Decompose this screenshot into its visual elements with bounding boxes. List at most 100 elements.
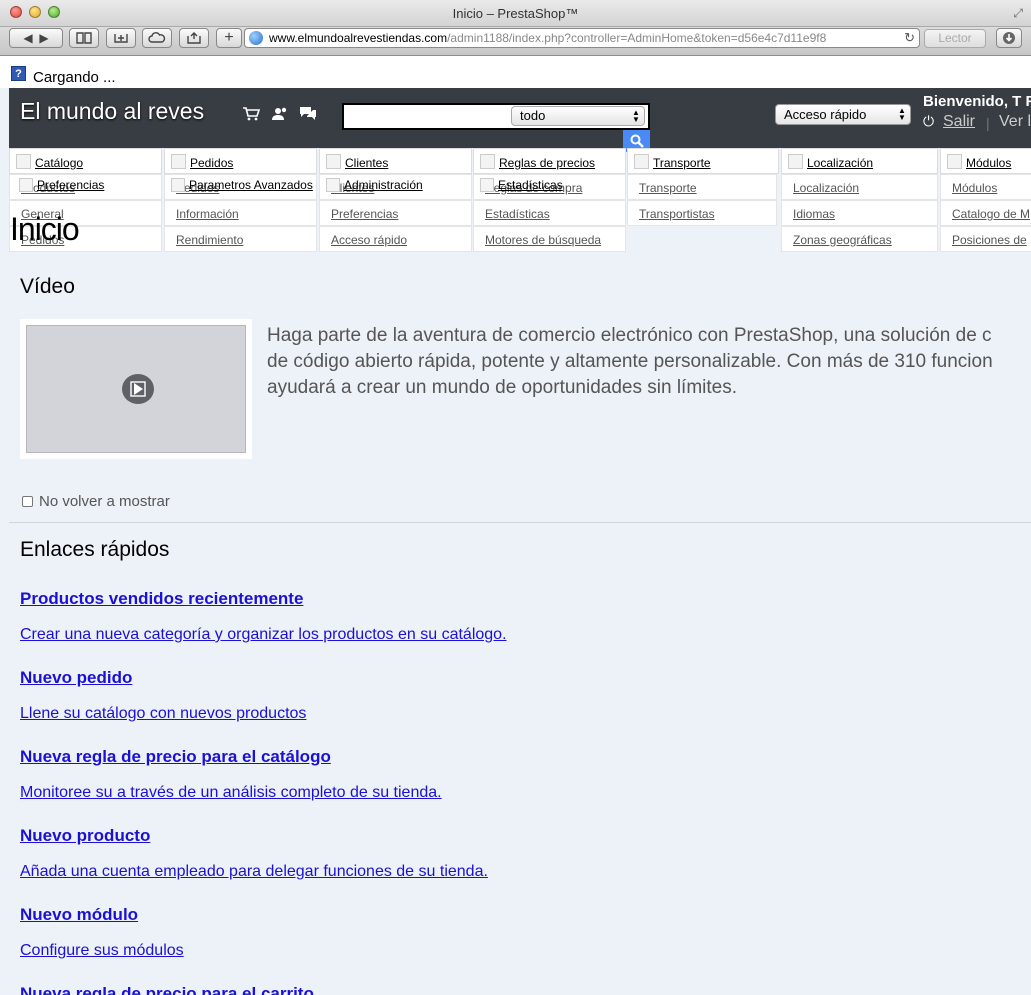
messages-icon[interactable]	[299, 106, 317, 124]
menu-tab-orders[interactable]: Pedidos	[164, 148, 317, 174]
checkbox-icon[interactable]	[22, 496, 33, 507]
submenu-item[interactable]: Acceso rápido	[319, 226, 472, 252]
back-icon[interactable]: ◀	[23, 31, 32, 45]
window-title: Inicio – PrestaShop™	[452, 6, 579, 21]
quick-access-select[interactable]: Acceso rápido ▲ ▼	[775, 104, 911, 125]
submenu-item[interactable]: Zonas geográficas	[781, 226, 938, 252]
quick-link-title[interactable]: Productos vendidos recientemente	[20, 589, 303, 609]
reload-icon[interactable]: ↻	[904, 29, 915, 47]
url-text: www.elmundoalrevestiendas.com/admin1188/…	[269, 31, 827, 45]
quick-link-description[interactable]: Crear una nueva categoría y organizar lo…	[20, 626, 507, 644]
loading-bar: ? Cargando ...	[0, 56, 1031, 88]
bookmarks-icon[interactable]	[69, 28, 99, 48]
quick-link-description[interactable]: Configure sus módulos	[20, 942, 184, 960]
submenu-item[interactable]: Información	[164, 200, 317, 226]
fullscreen-icon[interactable]: ⤢	[1013, 6, 1023, 21]
loading-text: Cargando ...	[33, 69, 116, 86]
select-arrows-icon: ▲ ▼	[632, 108, 640, 124]
submenu-item[interactable]: Idiomas	[781, 200, 938, 226]
price-rules-icon	[480, 154, 495, 169]
statistics-icon	[480, 178, 494, 192]
preferences-icon	[19, 178, 33, 192]
submenu-item[interactable]: Rendimiento	[164, 226, 317, 252]
menu-tab-modules[interactable]: Módulos	[940, 148, 1031, 174]
submenu-item[interactable]: Transportistas	[627, 200, 777, 226]
submenu-item[interactable]: Módulos	[940, 174, 1031, 200]
select-arrows-icon: ▲ ▼	[898, 106, 906, 122]
menu-tab-catalog[interactable]: Catálogo	[9, 148, 162, 174]
admin-header: El mundo al reves todo ▲ ▼ Acceso rápido …	[9, 88, 1031, 152]
reader-button[interactable]: Lector	[924, 29, 986, 48]
menu-tab-localization[interactable]: Localización	[781, 148, 938, 174]
menu-tab-preferences[interactable]: Preferencias	[19, 178, 104, 200]
search-scope-select[interactable]: todo ▲ ▼	[511, 106, 645, 126]
submenu-item[interactable]: Estadísticas	[473, 200, 626, 226]
globe-icon	[249, 31, 263, 45]
menu-tab-statistics[interactable]: Estadísticas	[480, 178, 563, 200]
quick-links-heading: Enlaces rápidos	[20, 538, 170, 561]
page-title: Inicio	[10, 211, 80, 247]
address-bar[interactable]: www.elmundoalrevestiendas.com/admin1188/…	[244, 28, 920, 48]
downloads-icon[interactable]	[996, 28, 1022, 48]
administration-icon	[326, 178, 340, 192]
broken-image-icon: ?	[11, 66, 26, 81]
customers-icon[interactable]	[271, 106, 289, 124]
top-sites-icon[interactable]	[106, 28, 136, 48]
quick-link-title[interactable]: Nuevo módulo	[20, 905, 138, 925]
menu-tab-customers[interactable]: Clientes	[319, 148, 472, 174]
menu-column-orders: Pedidos Pedidos Información Rendimiento	[164, 148, 317, 262]
logout-link[interactable]: Salir	[943, 113, 975, 131]
shipping-icon	[634, 154, 649, 169]
quick-link-description[interactable]: Monitoree su a través de un análisis com…	[20, 784, 442, 802]
menu-tab-price-rules[interactable]: Reglas de precios	[473, 148, 626, 174]
submenu-item[interactable]: Localización	[781, 174, 938, 200]
window-titlebar: Inicio – PrestaShop™ ⤢	[0, 0, 1031, 27]
quick-link-title[interactable]: Nuevo pedido	[20, 668, 132, 688]
modules-icon	[947, 154, 962, 169]
quick-link-title[interactable]: Nueva regla de precio para el carrito	[20, 984, 314, 995]
customers-tab-icon	[326, 154, 341, 169]
power-icon[interactable]: ⏻	[923, 113, 934, 130]
video-description: Haga parte de la aventura de comercio el…	[267, 325, 993, 398]
cart-icon[interactable]	[242, 106, 261, 124]
icloud-icon[interactable]	[142, 28, 172, 48]
submenu-item[interactable]: Preferencias	[319, 200, 472, 226]
menu-column-price-rules: Reglas de precios Reglas de compra Estad…	[473, 148, 626, 262]
quick-link-title[interactable]: Nueva regla de precio para el catálogo	[20, 747, 331, 767]
submenu-item[interactable]: Catalogo de M	[940, 200, 1031, 226]
search-input[interactable]: todo ▲ ▼	[342, 103, 650, 130]
back-forward-buttons[interactable]: ◀ ▶	[9, 28, 63, 48]
share-icon[interactable]	[179, 28, 209, 48]
quick-link-title[interactable]: Nuevo producto	[20, 826, 150, 846]
menu-tab-advanced-parameters[interactable]: Parametros Avanzados	[171, 178, 313, 200]
welcome-text: Bienvenido, T F	[923, 93, 1031, 110]
menu-tab-shipping[interactable]: Transporte	[627, 148, 779, 174]
section-divider	[9, 522, 1031, 523]
header-separator: |	[986, 115, 990, 131]
shop-name[interactable]: El mundo al reves	[20, 98, 204, 125]
submenu-item[interactable]: Transporte	[627, 174, 777, 200]
advanced-parameters-icon	[171, 178, 185, 192]
forward-icon[interactable]: ▶	[39, 31, 48, 45]
no-show-again-checkbox[interactable]: No volver a mostrar	[22, 493, 170, 510]
menu-column-customers: Clientes Clientes Preferencias Acceso rá…	[319, 148, 472, 262]
orders-icon	[171, 154, 186, 169]
menu-tab-administration[interactable]: Administración	[326, 178, 423, 200]
catalog-icon	[16, 154, 31, 169]
video-heading: Vídeo	[20, 275, 75, 298]
play-icon[interactable]	[122, 374, 154, 404]
view-shop-link[interactable]: Ver l	[999, 113, 1031, 131]
quick-link-description[interactable]: Llene su catálogo con nuevos productos	[20, 705, 306, 723]
menu-column-localization: Localización Localización Idiomas Zonas …	[781, 148, 938, 262]
menu-column-shipping: Transporte Transporte Transportistas	[627, 148, 779, 262]
quick-link-description[interactable]: Añada una cuenta empleado para delegar f…	[20, 863, 488, 881]
search-icon	[630, 134, 644, 148]
new-tab-icon[interactable]: +	[216, 28, 242, 48]
submenu-item[interactable]: Motores de búsqueda	[473, 226, 626, 252]
web-page: ? Cargando ... El mundo al reves todo ▲ ▼…	[0, 56, 1031, 995]
video-thumbnail[interactable]	[20, 319, 252, 459]
main-menu: Catálogo Productos General Pedidos Pedid…	[9, 148, 1031, 262]
submenu-item[interactable]: Posiciones de	[940, 226, 1031, 252]
browser-toolbar: ◀ ▶ + www.elmundoalrevestiendas.com/admi…	[0, 27, 1031, 56]
localization-icon	[788, 154, 803, 169]
